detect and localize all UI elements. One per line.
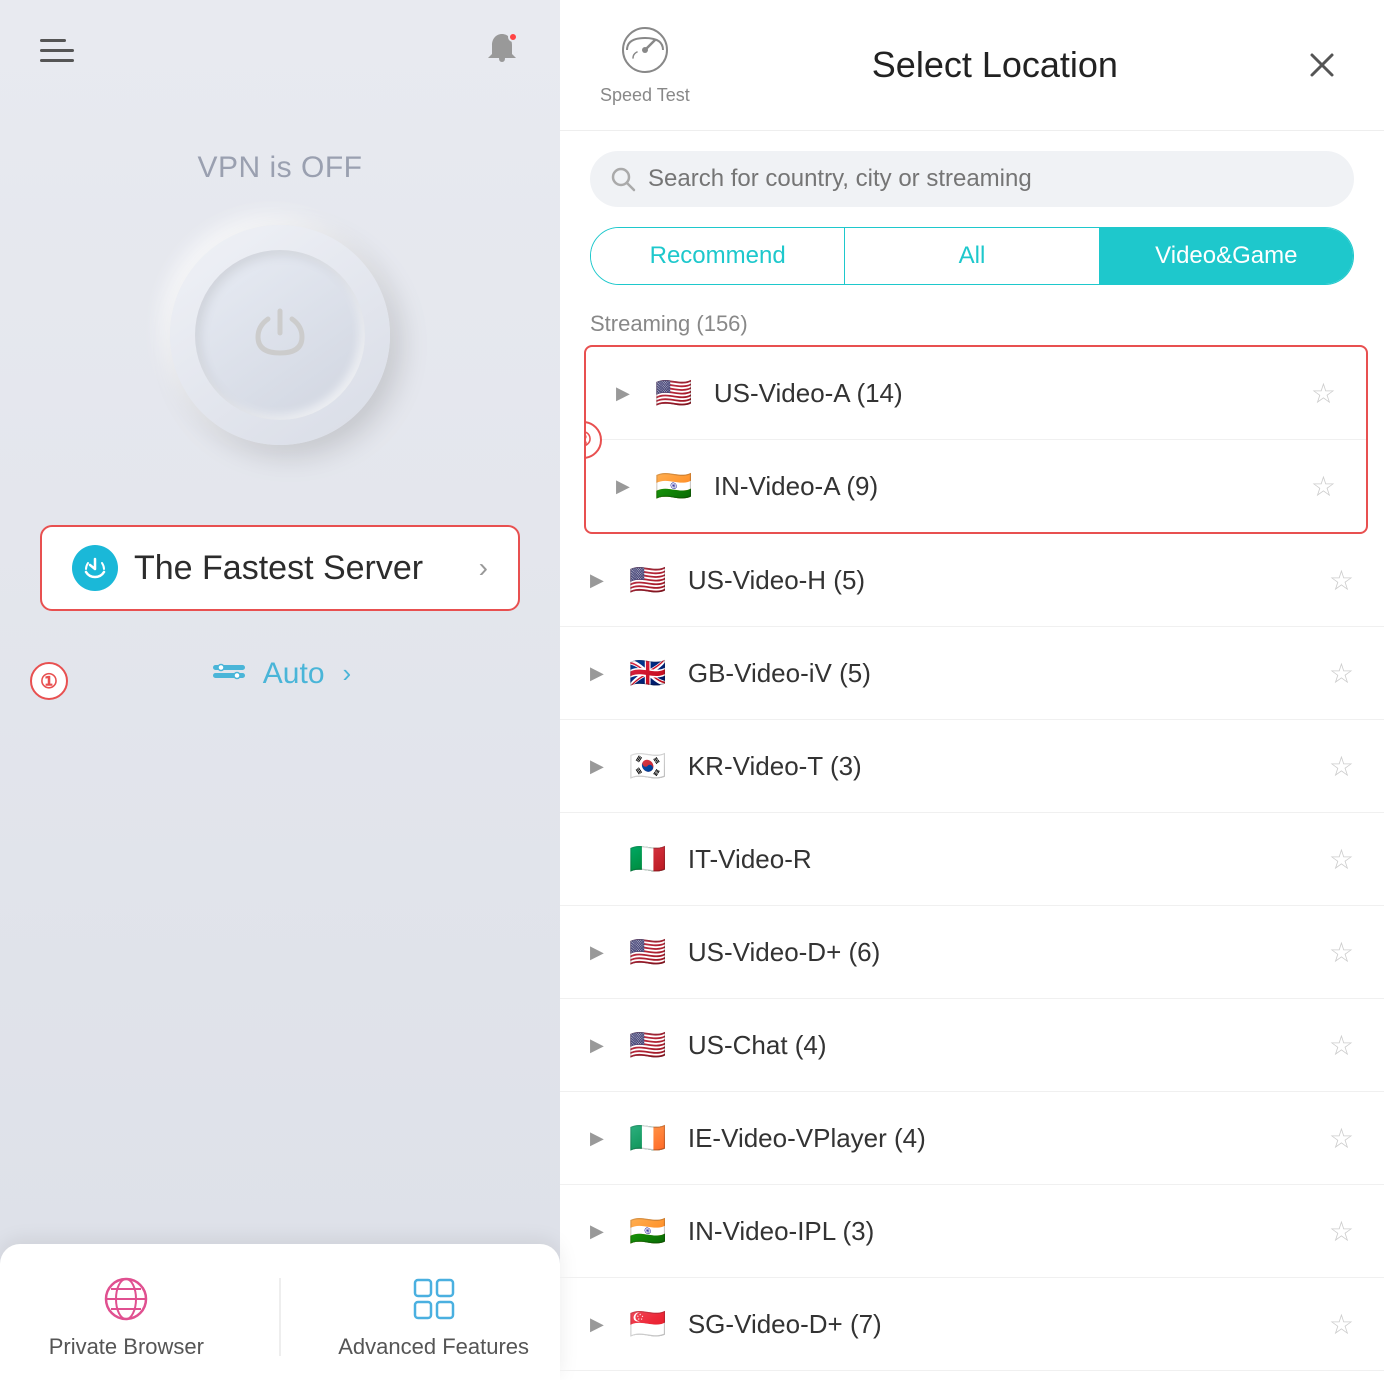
tab-recommend[interactable]: Recommend — [591, 228, 844, 284]
favorite-star[interactable]: ☆ — [1329, 657, 1354, 690]
right-header: Speed Test Select Location — [560, 0, 1384, 131]
search-bar — [590, 151, 1354, 207]
favorite-star[interactable]: ☆ — [1329, 1122, 1354, 1155]
expand-icon: ▶ — [590, 1035, 604, 1056]
server-name: US-Video-H (5) — [688, 565, 1313, 596]
right-panel: Speed Test Select Location Recommend All… — [560, 0, 1384, 1380]
vpn-status: VPN is OFF — [197, 151, 362, 185]
fastest-server-button[interactable]: The Fastest Server › — [40, 525, 520, 611]
flag-kr: 🇰🇷 — [624, 742, 672, 790]
select-location-title: Select Location — [710, 44, 1280, 86]
favorite-star[interactable]: ☆ — [1329, 843, 1354, 876]
expand-icon: ▶ — [616, 383, 630, 404]
notification-dot — [508, 32, 518, 42]
server-item[interactable]: ▶ 🇺🇸 US-Chat (4) ☆ — [560, 999, 1384, 1092]
flag-us: 🇺🇸 — [650, 369, 698, 417]
server-name: IN-Video-IPL (3) — [688, 1216, 1313, 1247]
flag-gb: 🇬🇧 — [624, 649, 672, 697]
left-panel: VPN is OFF ① The Fastest Server › — [0, 0, 560, 1380]
expand-icon: ▶ — [590, 570, 604, 591]
protocol-icon — [209, 651, 249, 696]
expand-icon: ▶ — [590, 1128, 604, 1149]
server-item[interactable]: ▶ 🇸🇬 SG-Video-D+ (7) ☆ — [560, 1278, 1384, 1371]
private-browser-label: Private Browser — [49, 1334, 204, 1360]
server-name: KR-Video-T (3) — [688, 751, 1313, 782]
close-button[interactable] — [1300, 43, 1344, 87]
speed-test-label: Speed Test — [600, 85, 690, 106]
left-header — [0, 0, 560, 91]
server-name: US-Video-A (14) — [714, 378, 1295, 409]
flag-ie: 🇮🇪 — [624, 1114, 672, 1162]
server-item[interactable]: ▶ 🇺🇸 US-Video-A (14) ☆ — [586, 347, 1366, 440]
speed-test-button[interactable]: Speed Test — [600, 24, 690, 106]
flag-it: 🇮🇹 — [624, 835, 672, 883]
server-item[interactable]: ▶ 🇺🇸 US-Video-D+ (6) ☆ — [560, 906, 1384, 999]
server-name: IN-Video-A (9) — [714, 471, 1295, 502]
advanced-features-label: Advanced Features — [338, 1334, 529, 1360]
tab-video-game[interactable]: Video&Game — [1100, 228, 1353, 284]
fastest-icon — [72, 545, 118, 591]
search-icon — [610, 166, 636, 192]
server-item[interactable]: ▶ 🇮🇳 IN-Video-IPL (3) ☆ — [560, 1185, 1384, 1278]
favorite-star[interactable]: ☆ — [1329, 936, 1354, 969]
expand-icon: ▶ — [590, 942, 604, 963]
favorite-star[interactable]: ☆ — [1329, 1215, 1354, 1248]
favorite-star[interactable]: ☆ — [1311, 377, 1336, 410]
flag-in: 🇮🇳 — [624, 1207, 672, 1255]
server-name: IE-Video-VPlayer (4) — [688, 1123, 1313, 1154]
flag-us: 🇺🇸 — [624, 928, 672, 976]
favorite-star[interactable]: ☆ — [1329, 1308, 1354, 1341]
expand-icon: ▶ — [590, 1221, 604, 1242]
fastest-chevron-icon: › — [479, 552, 488, 584]
flag-us: 🇺🇸 — [624, 1021, 672, 1069]
server-item[interactable]: ▶ 🇮🇹 IT-Video-R ☆ — [560, 813, 1384, 906]
expand-icon: ▶ — [590, 756, 604, 777]
server-item[interactable]: ▶ 🇰🇷 KR-Video-T (3) ☆ — [560, 720, 1384, 813]
server-name: US-Video-D+ (6) — [688, 937, 1313, 968]
protocol-chevron-icon: › — [343, 658, 352, 689]
fastest-server-label: The Fastest Server — [134, 549, 463, 588]
expand-icon: ▶ — [590, 1314, 604, 1335]
favorite-star[interactable]: ☆ — [1311, 470, 1336, 503]
flag-sg: 🇸🇬 — [624, 1300, 672, 1348]
favorite-star[interactable]: ☆ — [1329, 750, 1354, 783]
server-name: US-Chat (4) — [688, 1030, 1313, 1061]
search-input[interactable] — [648, 165, 1334, 193]
annotation-circle-1: ① — [30, 662, 68, 700]
private-browser-button[interactable]: Private Browser — [26, 1274, 226, 1360]
expand-icon: ▶ — [616, 476, 630, 497]
favorite-star[interactable]: ☆ — [1329, 564, 1354, 597]
streaming-header: Streaming (156) — [560, 301, 1384, 345]
server-list: ② ▶ 🇺🇸 US-Video-A (14) ☆ ▶ 🇮🇳 IN-Video-A… — [560, 345, 1384, 1380]
bottom-bar: Private Browser Advanced Features — [0, 1244, 560, 1380]
tab-bar: Recommend All Video&Game — [590, 227, 1354, 285]
flag-in: 🇮🇳 — [650, 462, 698, 510]
power-button[interactable] — [170, 225, 390, 445]
server-name: IT-Video-R — [688, 844, 1313, 875]
server-name: SG-Video-D+ (7) — [688, 1309, 1313, 1340]
protocol-button[interactable]: Auto › — [209, 651, 351, 696]
favorite-star[interactable]: ☆ — [1329, 1029, 1354, 1062]
speed-test-icon — [619, 24, 671, 81]
hamburger-menu[interactable] — [40, 39, 74, 62]
notification-bell[interactable] — [484, 30, 520, 71]
server-item[interactable]: ▶ 🇮🇳 IN-Video-A (9) ☆ — [586, 440, 1366, 532]
tab-all[interactable]: All — [844, 228, 1099, 284]
server-item[interactable]: ▶ 🇬🇧 GB-Video-iV (5) ☆ — [560, 627, 1384, 720]
server-item[interactable]: ▶ 🇺🇸 US-Video-H (5) ☆ — [560, 534, 1384, 627]
protocol-label: Auto — [263, 657, 325, 691]
server-item[interactable]: ▶ 🇮🇪 IE-Video-VPlayer (4) ☆ — [560, 1092, 1384, 1185]
advanced-features-button[interactable]: Advanced Features — [334, 1274, 534, 1360]
expand-icon: ▶ — [590, 663, 604, 684]
server-name: GB-Video-iV (5) — [688, 658, 1313, 689]
flag-us: 🇺🇸 — [624, 556, 672, 604]
